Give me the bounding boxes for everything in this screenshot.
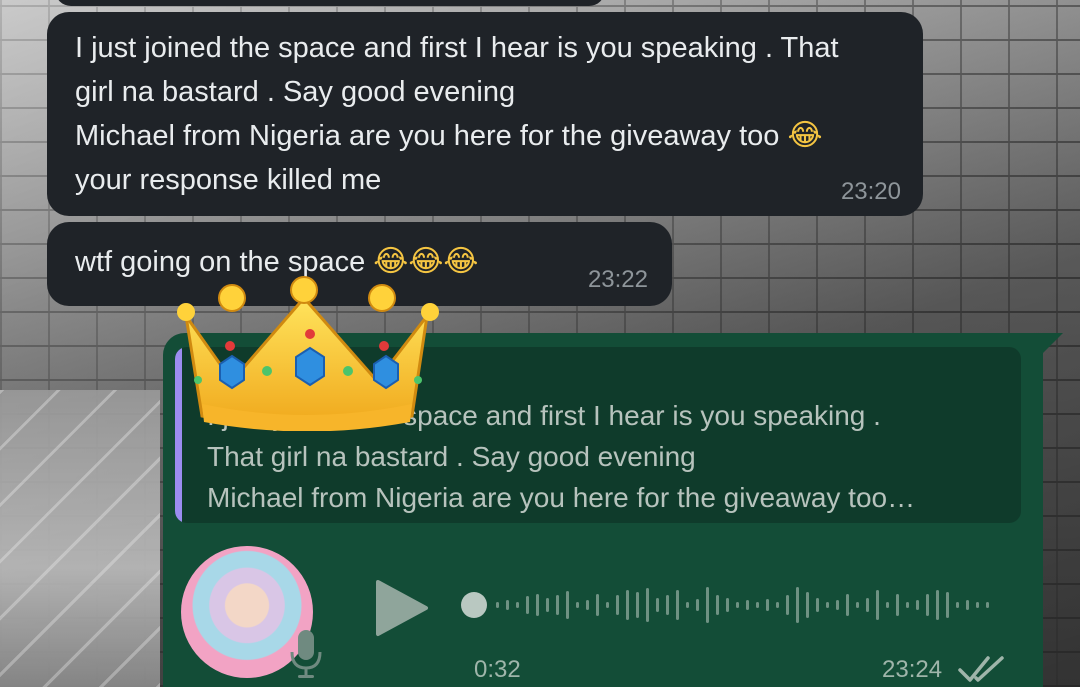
waveform-bar bbox=[786, 595, 789, 615]
voice-duration: 0:32 bbox=[474, 656, 521, 683]
waveform-bar bbox=[816, 598, 819, 612]
message-time: 23:24 bbox=[882, 656, 943, 683]
wallpaper-wall-detail bbox=[0, 390, 160, 687]
waveform-bar bbox=[516, 602, 519, 608]
message-text-part: I just joined the space and first I hear… bbox=[75, 32, 839, 152]
waveform-bar bbox=[936, 590, 939, 620]
waveform-bar bbox=[586, 600, 589, 610]
waveform-bar bbox=[886, 602, 889, 608]
waveform-bar bbox=[556, 595, 559, 615]
waveform-bar bbox=[986, 602, 989, 608]
waveform-bar bbox=[596, 594, 599, 616]
double-check-icon bbox=[958, 656, 1004, 682]
message-text-part: wtf going on the space bbox=[75, 246, 374, 278]
mic-icon bbox=[290, 630, 322, 678]
waveform-bar bbox=[626, 590, 629, 620]
waveform-bar bbox=[646, 588, 649, 622]
waveform-bar bbox=[526, 596, 529, 614]
waveform-bar bbox=[536, 594, 539, 616]
tears-of-joy-emoji: 😂😂😂 bbox=[373, 244, 479, 279]
message-text: I just joined the space and first I hear… bbox=[75, 26, 895, 202]
message-time: 23:20 bbox=[840, 178, 901, 205]
waveform-bar bbox=[766, 599, 769, 611]
waveform-bar bbox=[846, 594, 849, 616]
waveform-bar bbox=[496, 602, 499, 608]
tears-of-joy-emoji: 😂 bbox=[787, 118, 823, 153]
bubble-tail bbox=[1041, 333, 1063, 355]
waveform-bar bbox=[806, 592, 809, 618]
waveform-bar bbox=[696, 599, 699, 611]
waveform-bar bbox=[836, 600, 839, 610]
waveform-bar bbox=[946, 592, 949, 618]
waveform-bar bbox=[906, 602, 909, 608]
voice-waveform-slider[interactable] bbox=[456, 570, 996, 640]
waveform-bar bbox=[686, 602, 689, 608]
waveform-bar bbox=[966, 600, 969, 610]
waveform-bar bbox=[726, 598, 729, 612]
waveform-bar bbox=[876, 590, 879, 620]
waveform-bar bbox=[706, 587, 709, 623]
waveform-bar bbox=[826, 602, 829, 608]
waveform-bar bbox=[756, 602, 759, 608]
message-time: 23:22 bbox=[587, 266, 648, 293]
waveform-bar bbox=[566, 591, 569, 619]
waveform-bar bbox=[606, 602, 609, 608]
waveform-bar bbox=[776, 602, 779, 608]
waveform-bar bbox=[656, 598, 659, 612]
crown-icon bbox=[177, 276, 439, 431]
waveform-bar bbox=[896, 594, 899, 616]
waveform-bar bbox=[856, 602, 859, 608]
waveform-bar bbox=[616, 595, 619, 615]
incoming-message-bubble[interactable]: I just joined the space and first I hear… bbox=[47, 12, 923, 216]
waveform-bar bbox=[866, 598, 869, 612]
waveform-bar bbox=[506, 600, 509, 610]
play-icon[interactable] bbox=[372, 578, 430, 638]
waveform-bar bbox=[976, 602, 979, 608]
waveform-bar bbox=[676, 590, 679, 620]
waveform-bar bbox=[716, 595, 719, 615]
message-text-part: your response killed me bbox=[75, 164, 382, 196]
waveform-bar bbox=[636, 592, 639, 618]
waveform-scrubber-knob[interactable] bbox=[461, 592, 487, 618]
waveform-bar bbox=[576, 602, 579, 608]
waveform-bar bbox=[746, 600, 749, 610]
waveform-bar bbox=[916, 600, 919, 610]
previous-message-edge[interactable] bbox=[55, 0, 605, 6]
waveform-bar bbox=[736, 602, 739, 608]
waveform-bar bbox=[926, 594, 929, 616]
waveform-bar bbox=[956, 602, 959, 608]
waveform-bar bbox=[666, 595, 669, 615]
waveform-bar bbox=[796, 587, 799, 623]
waveform-bar bbox=[546, 598, 549, 612]
